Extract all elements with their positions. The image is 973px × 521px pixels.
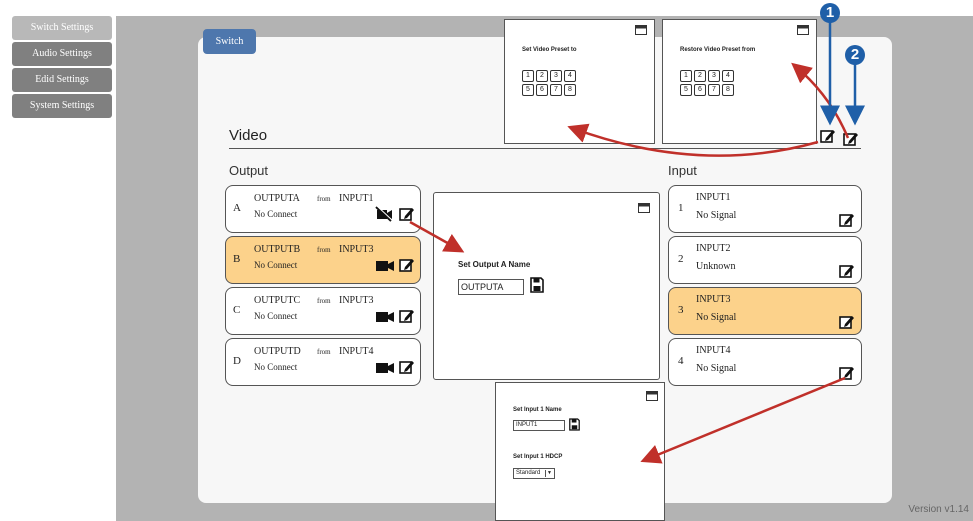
restore-preset-edit-icon[interactable] <box>843 131 859 147</box>
output-card-a[interactable]: A OUTPUTA from INPUT1 No Connect <box>225 185 421 233</box>
preset-button[interactable]: 8 <box>564 84 576 96</box>
output-from-label: from <box>317 246 331 254</box>
video-camera-icon[interactable] <box>376 260 394 272</box>
input-card-3[interactable]: 3 INPUT3 No Signal <box>668 287 862 335</box>
popup-close-icon[interactable] <box>646 391 658 401</box>
output-status: No Connect <box>254 311 298 321</box>
output-name: OUTPUTC <box>254 295 301 306</box>
input-card-4[interactable]: 4 INPUT4 No Signal <box>668 338 862 386</box>
output-letter: D <box>233 355 241 367</box>
input-name-label: Set Input 1 Name <box>513 407 562 413</box>
preset-buttons-row: 5678 <box>680 78 736 96</box>
video-camera-icon[interactable] <box>376 311 394 323</box>
output-card-b[interactable]: B OUTPUTB from INPUT3 No Connect <box>225 236 421 284</box>
input-name: INPUT4 <box>696 345 731 356</box>
input-status: Unknown <box>696 261 736 272</box>
callout-2: 2 <box>845 45 865 65</box>
input-number: 3 <box>678 304 684 316</box>
output-from-label: from <box>317 195 331 203</box>
output-from-label: from <box>317 297 331 305</box>
input-card-1[interactable]: 1 INPUT1 No Signal <box>668 185 862 233</box>
preset-button[interactable]: 5 <box>522 84 534 96</box>
preset-button[interactable]: 7 <box>708 84 720 96</box>
preset-button[interactable]: 7 <box>550 84 562 96</box>
input-settings-popup: Set Input 1 Name INPUT1 Set Input 1 HDCP… <box>495 382 665 521</box>
edit-icon[interactable] <box>839 365 855 381</box>
input-number: 1 <box>678 202 684 214</box>
edit-icon[interactable] <box>839 212 855 228</box>
edit-icon[interactable] <box>399 359 415 375</box>
hdcp-select-value: Standard <box>516 470 541 476</box>
output-name-popup: Set Output A Name OUTPUTA <box>433 192 660 380</box>
nav-system-settings[interactable]: System Settings <box>12 94 112 118</box>
preset-button[interactable]: 8 <box>722 84 734 96</box>
hdcp-select[interactable]: Standard ▼ <box>513 468 555 479</box>
version-label: Version v1.14 <box>908 504 969 515</box>
output-status: No Connect <box>254 362 298 372</box>
set-preset-edit-icon[interactable] <box>820 128 836 144</box>
output-source: INPUT3 <box>339 295 374 306</box>
input-card-2[interactable]: 2 INPUT2 Unknown <box>668 236 862 284</box>
restore-preset-popup: Restore Video Preset from 1234 5678 <box>662 19 817 144</box>
input-hdcp-label: Set Input 1 HDCP <box>513 454 563 460</box>
output-source: INPUT3 <box>339 244 374 255</box>
input-name: INPUT2 <box>696 243 731 254</box>
input-status: No Signal <box>696 312 737 323</box>
input-name-field[interactable]: INPUT1 <box>513 420 565 431</box>
input-number: 4 <box>678 355 684 367</box>
restore-preset-label: Restore Video Preset from <box>680 47 756 53</box>
output-card-c[interactable]: C OUTPUTC from INPUT3 No Connect <box>225 287 421 335</box>
input-status: No Signal <box>696 363 737 374</box>
chevron-down-icon: ▼ <box>545 470 553 477</box>
tab-switch[interactable]: Switch <box>203 29 256 54</box>
output-source: INPUT1 <box>339 193 374 204</box>
callout-1: 1 <box>820 3 840 23</box>
output-name: OUTPUTA <box>254 193 300 204</box>
output-letter: A <box>233 202 241 214</box>
edit-icon[interactable] <box>399 206 415 222</box>
nav-audio-settings[interactable]: Audio Settings <box>12 42 112 66</box>
save-icon[interactable] <box>530 277 544 293</box>
set-preset-popup: Set Video Preset to 1234 5678 <box>504 19 655 144</box>
preset-button[interactable]: 5 <box>680 84 692 96</box>
input-column-title: Input <box>668 163 697 178</box>
edit-icon[interactable] <box>839 263 855 279</box>
nav-edid-settings[interactable]: Edid Settings <box>12 68 112 92</box>
input-name: INPUT1 <box>696 192 731 203</box>
output-name: OUTPUTD <box>254 346 301 357</box>
preset-button[interactable]: 6 <box>694 84 706 96</box>
input-status: No Signal <box>696 210 737 221</box>
video-camera-icon[interactable] <box>376 362 394 374</box>
video-muted-icon[interactable] <box>375 206 393 222</box>
output-name-label: Set Output A Name <box>458 260 531 269</box>
left-nav: Switch Settings Audio Settings Edid Sett… <box>12 16 112 120</box>
popup-close-icon[interactable] <box>635 25 647 35</box>
popup-close-icon[interactable] <box>638 203 650 213</box>
output-status: No Connect <box>254 209 298 219</box>
video-section-title: Video <box>229 127 268 144</box>
set-preset-label: Set Video Preset to <box>522 47 577 53</box>
output-from-label: from <box>317 348 331 356</box>
input-name: INPUT3 <box>696 294 731 305</box>
preset-buttons-row: 5678 <box>522 78 578 96</box>
output-name-input[interactable]: OUTPUTA <box>458 279 524 295</box>
output-source: INPUT4 <box>339 346 374 357</box>
input-number: 2 <box>678 253 684 265</box>
output-letter: B <box>233 253 241 265</box>
preset-button[interactable]: 6 <box>536 84 548 96</box>
output-card-d[interactable]: D OUTPUTD from INPUT4 No Connect <box>225 338 421 386</box>
output-name: OUTPUTB <box>254 244 301 255</box>
output-status: No Connect <box>254 260 298 270</box>
section-divider <box>229 148 861 149</box>
save-icon[interactable] <box>569 418 580 431</box>
nav-switch-settings[interactable]: Switch Settings <box>12 16 112 40</box>
output-column-title: Output <box>229 163 269 178</box>
edit-icon[interactable] <box>399 257 415 273</box>
edit-icon[interactable] <box>399 308 415 324</box>
output-letter: C <box>233 304 241 316</box>
popup-close-icon[interactable] <box>797 25 809 35</box>
edit-icon[interactable] <box>839 314 855 330</box>
